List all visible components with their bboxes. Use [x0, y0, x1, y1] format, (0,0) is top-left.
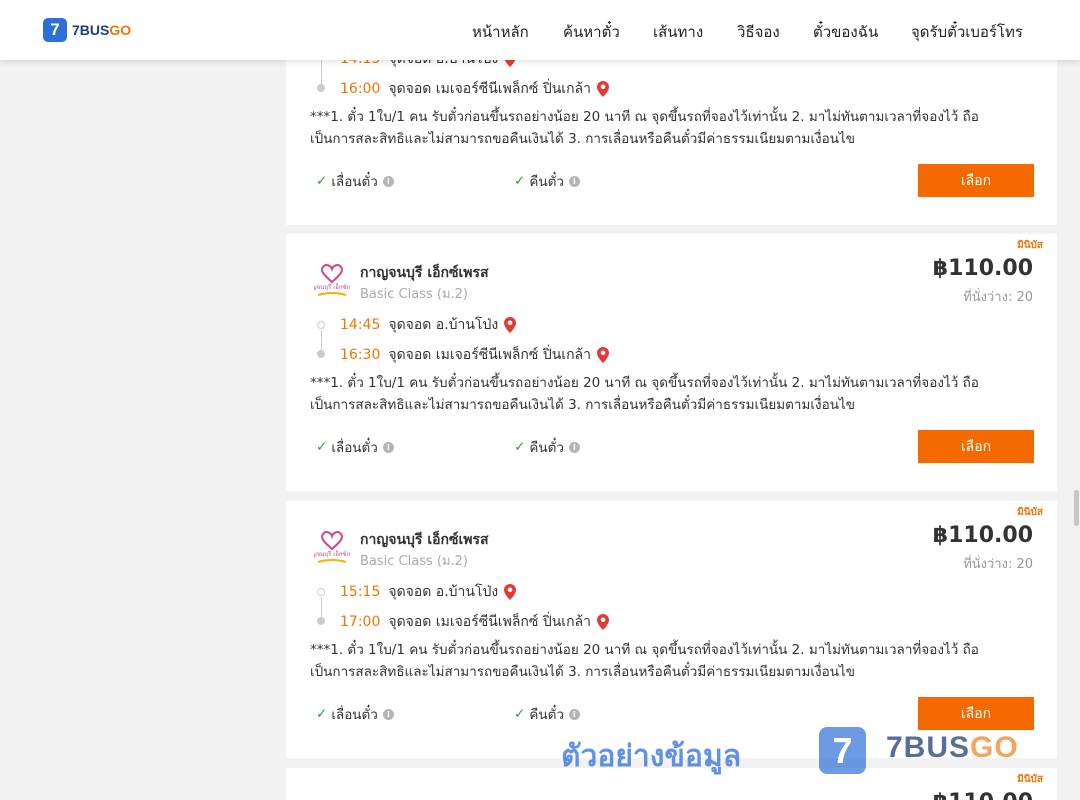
ticket-price: ฿110.00: [933, 790, 1033, 800]
arrive-place: จุดจอด เมเจอร์ซีนีเพล็กซ์ ปิ่นเกล้า: [388, 614, 591, 630]
bus-class: Basic Class (ม.2): [360, 287, 468, 302]
depart-time: 14:45: [340, 317, 381, 333]
watermark-brand: 7BUSGO: [886, 731, 1019, 764]
timeline-line: [320, 330, 322, 350]
top-header: 7 7BUSGO หน้าหลัก ค้นหาตั๋ว เส้นทาง วิธี…: [0, 0, 1080, 60]
location-pin-icon[interactable]: [597, 81, 609, 97]
timeline-dot: [317, 588, 325, 596]
depart-place: จุดจอด อ.บ้านโป่ง: [388, 584, 499, 600]
depart-stop: 14:45 จุดจอด อ.บ้านโป่ง: [340, 314, 517, 336]
trip-card: 14:15 จุดจอด อ.บ้านโป่ง 16:00 จุดจอด เมเ…: [286, 40, 1057, 225]
ticket-conditions-note: ***1. ตั๋ว 1ใบ/1 คน รับตั๋วก่อนขึ้นรถอย่…: [310, 375, 979, 413]
perk-refund: ✓ คืนตั๋ว i: [514, 436, 580, 458]
perk-reschedule: ✓ เลื่อนตั๋ว i: [316, 703, 394, 725]
nav-home[interactable]: หน้าหลัก: [472, 20, 529, 44]
check-icon: ✓: [316, 706, 328, 722]
logo-text: 7BUSGO: [72, 22, 132, 38]
check-icon: ✓: [514, 173, 526, 189]
location-pin-icon[interactable]: [504, 317, 517, 333]
check-icon: ✓: [316, 439, 328, 455]
arrive-stop: 17:00 จุดจอด เมเจอร์ซีนีเพล็กซ์ ปิ่นเกล้…: [340, 611, 609, 633]
arrive-place: จุดจอด เมเจอร์ซีนีเพล็กซ์ ปิ่นเกล้า: [388, 81, 591, 97]
perk-refund: ✓ คืนตั๋ว i: [514, 703, 580, 725]
arrive-place: จุดจอด เมเจอร์ซีนีเพล็กซ์ ปิ่นเกล้า: [388, 347, 591, 363]
arrive-stop: 16:00 จุดจอด เมเจอร์ซีนีเพล็กซ์ ปิ่นเกล้…: [340, 78, 609, 100]
ticket-conditions-note: ***1. ตั๋ว 1ใบ/1 คน รับตั๋วก่อนขึ้นรถอย่…: [310, 642, 979, 680]
timeline-dot: [317, 350, 325, 358]
ticket-price: ฿110.00: [932, 523, 1033, 548]
scrollbar-thumb[interactable]: [1074, 490, 1079, 526]
perk-reschedule: ✓ เลื่อนตั๋ว i: [316, 170, 394, 192]
arrive-time: 16:30: [340, 347, 381, 363]
info-icon[interactable]: i: [568, 441, 580, 453]
svg-text:กาญจนบุรี เอ็กซ์เพรส: กาญจนบุรี เอ็กซ์เพรส: [314, 549, 350, 558]
arrive-time: 17:00: [340, 614, 381, 630]
timeline-dot: [317, 321, 325, 329]
info-icon[interactable]: i: [568, 708, 580, 720]
nav-how-to-book[interactable]: วิธีจอง: [737, 20, 780, 44]
trip-card: มินิบัส กาญจนบุรี เอ็กซ์เพรส กาญจนบุรี เ…: [286, 501, 1057, 758]
check-icon: ✓: [514, 706, 526, 722]
watermark-logo-icon: 7: [819, 727, 866, 774]
location-pin-icon[interactable]: [504, 584, 517, 600]
select-button[interactable]: เลือก: [918, 164, 1034, 197]
operator-logo: กาญจนบุรี เอ็กซ์เพรส: [314, 531, 350, 563]
nav-routes[interactable]: เส้นทาง: [653, 20, 703, 44]
ticket-price: ฿110.00: [932, 256, 1033, 281]
nav-my-tickets[interactable]: ตั๋วของฉัน: [813, 20, 878, 44]
arrive-time: 16:00: [340, 81, 381, 97]
perk-refund: ✓ คืนตั๋ว i: [514, 170, 580, 192]
bus-class: Basic Class (ม.2): [360, 554, 468, 569]
info-icon[interactable]: i: [382, 708, 394, 720]
arrive-stop: 16:30 จุดจอด เมเจอร์ซีนีเพล็กซ์ ปิ่นเกล้…: [340, 344, 609, 366]
seats-available: ที่นั่งว่าง: 20: [963, 557, 1033, 572]
seats-available: ที่นั่งว่าง: 20: [963, 290, 1033, 305]
location-pin-icon[interactable]: [597, 347, 609, 363]
trip-card: มินิบัส กาญจนบุรี เอ็กซ์เพรส กาญจนบุรี เ…: [286, 234, 1057, 491]
select-button[interactable]: เลือก: [918, 430, 1034, 463]
site-logo[interactable]: 7 7BUSGO: [43, 18, 131, 42]
nav-search-ticket[interactable]: ค้นหาตั๋ว: [563, 20, 620, 44]
timeline-dot: [317, 617, 325, 625]
operator-name: กาญจนบุรี เอ็กซ์เพรส: [360, 532, 489, 548]
logo-badge-icon: 7: [43, 18, 67, 42]
depart-time: 15:15: [340, 584, 381, 600]
timeline-dot: [317, 84, 325, 92]
depart-place: จุดจอด อ.บ้านโป่ง: [388, 317, 499, 333]
check-icon: ✓: [514, 439, 526, 455]
timeline-line: [320, 597, 322, 617]
info-icon[interactable]: i: [382, 441, 394, 453]
location-pin-icon[interactable]: [597, 614, 609, 630]
operator-name: กาญจนบุรี เอ็กซ์เพรส: [360, 265, 489, 281]
svg-text:กาญจนบุรี เอ็กซ์เพรส: กาญจนบุรี เอ็กซ์เพรส: [314, 282, 350, 291]
select-button[interactable]: เลือก: [918, 697, 1034, 730]
check-icon: ✓: [316, 173, 328, 189]
ticket-conditions-note: ***1. ตั๋ว 1ใบ/1 คน รับตั๋วก่อนขึ้นรถอย่…: [310, 109, 979, 147]
nav-ticket-pickup-phone[interactable]: จุดรับตั๋วเบอร์โทร: [911, 20, 1023, 44]
vehicle-type-badge: มินิบัส: [1017, 507, 1043, 518]
operator-logo: กาญจนบุรี เอ็กซ์เพรส: [314, 264, 350, 296]
sample-data-watermark: ตัวอย่างข้อมูล: [561, 739, 742, 774]
info-icon[interactable]: i: [568, 175, 580, 187]
perk-reschedule: ✓ เลื่อนตั๋ว i: [316, 436, 394, 458]
depart-stop: 15:15 จุดจอด อ.บ้านโป่ง: [340, 581, 517, 603]
vehicle-type-badge: มินิบัส: [1017, 774, 1043, 785]
page-scrollbar[interactable]: [1072, 60, 1080, 800]
vehicle-type-badge: มินิบัส: [1017, 240, 1043, 251]
info-icon[interactable]: i: [382, 175, 394, 187]
